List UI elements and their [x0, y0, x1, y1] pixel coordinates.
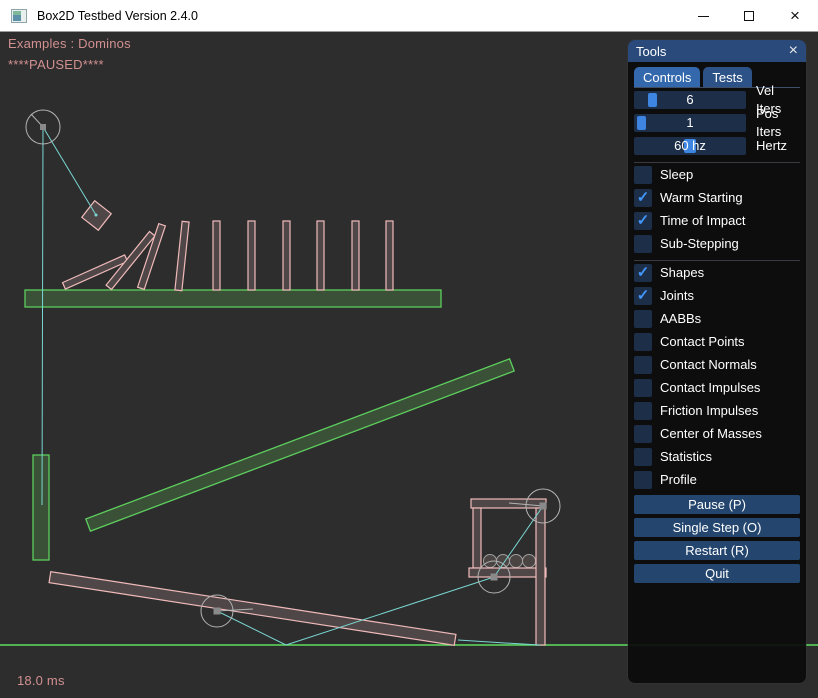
checkbox-row-sleep[interactable]: ✓ Sleep	[634, 166, 800, 184]
checkbox-row-warm-starting[interactable]: ✓ Warm Starting	[634, 189, 800, 207]
check-icon: ✓	[637, 189, 650, 207]
checkbox[interactable]: ✓	[634, 264, 652, 282]
checkbox-label: Warm Starting	[660, 189, 743, 207]
vel-iters-slider[interactable]: 6	[634, 91, 746, 109]
checkbox-row-contact-impulses[interactable]: ✓ Contact Impulses	[634, 379, 800, 397]
separator	[634, 162, 800, 163]
close-button[interactable]: ×	[772, 0, 818, 32]
checkbox-label: Joints	[660, 287, 694, 305]
checkbox-row-statistics[interactable]: ✓ Statistics	[634, 448, 800, 466]
checkbox-label: Friction Impulses	[660, 402, 758, 420]
upright-domino	[386, 221, 393, 290]
minimize-button[interactable]	[680, 0, 726, 32]
upright-domino	[352, 221, 359, 290]
check-icon: ✓	[637, 212, 650, 230]
checkbox-label: Shapes	[660, 264, 704, 282]
single-step-button[interactable]: Single Step (O)	[634, 518, 800, 537]
checkbox-row-contact-normals[interactable]: ✓ Contact Normals	[634, 356, 800, 374]
checkbox[interactable]: ✓	[634, 235, 652, 253]
checkbox-row-contact-points[interactable]: ✓ Contact Points	[634, 333, 800, 351]
checkbox[interactable]: ✓	[634, 333, 652, 351]
checkbox[interactable]: ✓	[634, 402, 652, 420]
tab-controls[interactable]: Controls	[634, 67, 700, 87]
example-title: Examples : Dominos	[8, 36, 131, 51]
stand-left-post	[473, 508, 481, 568]
checkbox-label: Center of Masses	[660, 425, 762, 443]
upright-domino	[248, 221, 255, 290]
hertz-value: 60 hz	[634, 137, 746, 155]
checkbox-label: Statistics	[660, 448, 712, 466]
hertz-label: Hertz	[756, 137, 787, 155]
checkbox[interactable]: ✓	[634, 471, 652, 489]
checkbox[interactable]: ✓	[634, 425, 652, 443]
title-bar: Box2D Testbed Version 2.4.0 ×	[0, 0, 818, 32]
vel-iters-value: 6	[634, 91, 746, 109]
checkbox[interactable]: ✓	[634, 189, 652, 207]
stand-top-bar	[471, 499, 546, 508]
checkbox-label: Sleep	[660, 166, 693, 184]
dynamic-bodies[interactable]	[49, 201, 546, 646]
panel-close-icon[interactable]: ×	[789, 44, 798, 58]
checkbox[interactable]: ✓	[634, 310, 652, 328]
pos-iters-slider[interactable]: 1	[634, 114, 746, 132]
tools-panel-header[interactable]: Tools ×	[628, 40, 806, 62]
checkbox-row-center-of-masses[interactable]: ✓ Center of Masses	[634, 425, 800, 443]
tab-tests[interactable]: Tests	[703, 67, 751, 87]
pos-iters-value: 1	[634, 114, 746, 132]
checkbox-label: Profile	[660, 471, 697, 489]
checkbox-label: Contact Normals	[660, 356, 757, 374]
close-icon: ×	[790, 11, 800, 21]
restart-button[interactable]: Restart (R)	[634, 541, 800, 560]
checkbox-row-time-of-impact[interactable]: ✓ Time of Impact	[634, 212, 800, 230]
checkbox[interactable]: ✓	[634, 287, 652, 305]
seesaw-plank	[49, 572, 456, 646]
check-icon: ✓	[637, 264, 650, 282]
vertical-paddle	[33, 455, 49, 560]
check-icon: ✓	[637, 287, 650, 305]
checkbox-row-aabbs[interactable]: ✓ AABBs	[634, 310, 800, 328]
app-icon	[11, 9, 27, 23]
stand-ball	[510, 555, 523, 568]
minimize-icon	[698, 16, 709, 17]
checkbox-label: Contact Impulses	[660, 379, 760, 397]
pos-iters-label: Pos Iters	[756, 105, 800, 141]
checkbox-label: Contact Points	[660, 333, 745, 351]
upright-domino	[213, 221, 220, 290]
maximize-button[interactable]	[726, 0, 772, 32]
checkbox[interactable]: ✓	[634, 212, 652, 230]
checkbox-label: AABBs	[660, 310, 701, 328]
tilting-domino	[175, 221, 189, 290]
static-green-bodies	[25, 290, 514, 560]
domino-platform	[25, 290, 441, 307]
checkbox-label: Sub-Stepping	[660, 235, 739, 253]
checkbox-row-sub-stepping[interactable]: ✓ Sub-Stepping	[634, 235, 800, 253]
checkbox-row-friction-impulses[interactable]: ✓ Friction Impulses	[634, 402, 800, 420]
window-title: Box2D Testbed Version 2.4.0	[37, 9, 198, 23]
checkbox-label: Time of Impact	[660, 212, 745, 230]
frame-time: 18.0 ms	[17, 673, 65, 688]
hertz-slider[interactable]: 60 hz	[634, 137, 746, 155]
checkbox[interactable]: ✓	[634, 379, 652, 397]
long-ramp	[86, 359, 514, 531]
checkbox[interactable]: ✓	[634, 448, 652, 466]
tools-panel: Tools × Controls Tests 6 Vel Iters 1	[628, 40, 806, 683]
stand-ball	[523, 555, 536, 568]
maximize-icon	[744, 11, 754, 21]
checkbox[interactable]: ✓	[634, 356, 652, 374]
checkbox-row-shapes[interactable]: ✓ Shapes	[634, 264, 800, 282]
stand-ball	[497, 555, 510, 568]
upright-domino	[317, 221, 324, 290]
separator	[634, 260, 800, 261]
pause-button[interactable]: Pause (P)	[634, 495, 800, 514]
paused-status: ****PAUSED****	[8, 57, 104, 72]
stand-right-post	[536, 508, 545, 645]
checkbox[interactable]: ✓	[634, 166, 652, 184]
upright-domino	[283, 221, 290, 290]
quit-button[interactable]: Quit	[634, 564, 800, 583]
tools-panel-title: Tools	[636, 44, 666, 59]
checkbox-row-joints[interactable]: ✓ Joints	[634, 287, 800, 305]
application-window: Examples : Dominos ****PAUSED**** 18.0 m…	[0, 0, 818, 698]
checkbox-row-profile[interactable]: ✓ Profile	[634, 471, 800, 489]
